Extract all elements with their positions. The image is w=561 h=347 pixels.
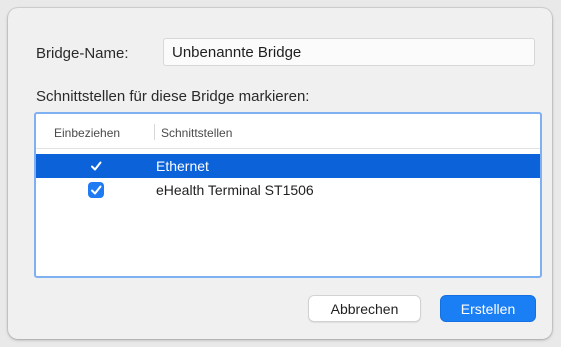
checkmark-icon xyxy=(91,161,102,171)
table-row[interactable]: eHealth Terminal ST1506 xyxy=(36,178,540,202)
interfaces-table: Einbeziehen Schnittstellen Ethernet eHea… xyxy=(34,112,542,278)
checkmark-icon xyxy=(91,185,102,195)
bridge-name-label: Bridge-Name: xyxy=(36,45,129,62)
include-checkbox[interactable] xyxy=(88,158,104,174)
table-row[interactable]: Ethernet xyxy=(36,154,540,178)
include-checkbox[interactable] xyxy=(88,182,104,198)
table-header: Einbeziehen Schnittstellen xyxy=(36,114,540,149)
interfaces-heading: Schnittstellen für diese Bridge markiere… xyxy=(36,88,310,105)
interface-name: eHealth Terminal ST1506 xyxy=(156,182,314,198)
cancel-button[interactable]: Abbrechen xyxy=(308,295,421,322)
create-button[interactable]: Erstellen xyxy=(440,295,536,322)
bridge-name-input[interactable]: Unbenannte Bridge xyxy=(163,38,535,66)
column-divider xyxy=(154,124,155,140)
column-header-interface[interactable]: Schnittstellen xyxy=(161,126,232,140)
create-bridge-dialog: Bridge-Name: Unbenannte Bridge Schnittst… xyxy=(8,8,552,339)
column-header-include[interactable]: Einbeziehen xyxy=(54,126,120,140)
interface-name: Ethernet xyxy=(156,158,209,174)
